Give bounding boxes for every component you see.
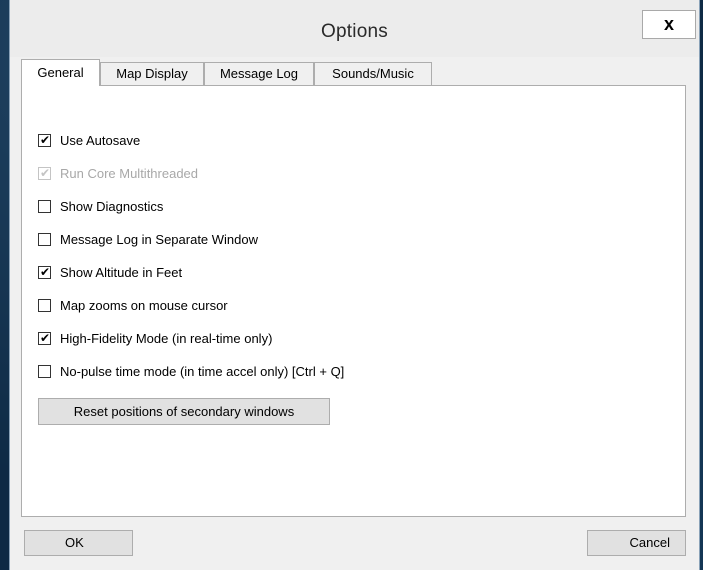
close-button[interactable]: x (642, 10, 696, 39)
tab-sounds-music[interactable]: Sounds/Music (314, 62, 432, 85)
checkmark-icon: ✔ (39, 330, 51, 345)
show-diagnostics-option[interactable]: Show Diagnostics (38, 197, 163, 215)
run-core-multithreaded-label: Run Core Multithreaded (60, 165, 199, 181)
checkmark-icon: ✔ (39, 165, 51, 180)
message-log-separate-window-label: Message Log in Separate Window (60, 231, 259, 247)
show-altitude-in-feet-option[interactable]: ✔ Show Altitude in Feet (38, 263, 182, 281)
title-bar[interactable]: Options x (10, 0, 699, 57)
show-diagnostics-checkbox[interactable] (38, 199, 51, 213)
no-pulse-time-mode-option[interactable]: No-pulse time mode (in time accel only) … (38, 362, 344, 380)
tab-map-display[interactable]: Map Display (100, 62, 204, 85)
use-autosave-checkbox[interactable]: ✔ (38, 132, 51, 147)
checkmark-icon: ✔ (39, 132, 51, 147)
window-title: Options (321, 21, 388, 42)
map-zooms-on-mouse-cursor-option[interactable]: Map zooms on mouse cursor (38, 296, 228, 314)
show-altitude-in-feet-label: Show Altitude in Feet (60, 264, 183, 280)
no-pulse-time-mode-checkbox[interactable] (38, 364, 51, 378)
ok-button[interactable]: OK (24, 530, 133, 556)
options-dialog: Options x General Map Display Message Lo… (9, 0, 700, 570)
show-diagnostics-label: Show Diagnostics (60, 198, 164, 214)
high-fidelity-mode-option[interactable]: ✔ High-Fidelity Mode (in real-time only) (38, 329, 272, 347)
high-fidelity-mode-checkbox[interactable]: ✔ (38, 330, 51, 345)
cancel-button[interactable]: Cancel (587, 530, 686, 556)
run-core-multithreaded-checkbox: ✔ (38, 165, 51, 180)
run-core-multithreaded-option: ✔ Run Core Multithreaded (38, 164, 198, 182)
message-log-separate-window-checkbox[interactable] (38, 232, 51, 246)
general-tab-panel: ✔ Use Autosave ✔ Run Core Multithreaded … (21, 85, 686, 517)
use-autosave-label: Use Autosave (60, 132, 141, 148)
reset-window-positions-button[interactable]: Reset positions of secondary windows (38, 398, 330, 425)
tab-message-log[interactable]: Message Log (204, 62, 314, 85)
tab-general[interactable]: General (21, 59, 100, 86)
use-autosave-option[interactable]: ✔ Use Autosave (38, 131, 140, 149)
show-altitude-in-feet-checkbox[interactable]: ✔ (38, 264, 51, 279)
message-log-separate-window-option[interactable]: Message Log in Separate Window (38, 230, 258, 248)
high-fidelity-mode-label: High-Fidelity Mode (in real-time only) (60, 330, 273, 346)
map-zooms-on-mouse-cursor-checkbox[interactable] (38, 298, 51, 312)
no-pulse-time-mode-label: No-pulse time mode (in time accel only) … (60, 363, 345, 379)
map-zooms-on-mouse-cursor-label: Map zooms on mouse cursor (60, 297, 228, 313)
checkmark-icon: ✔ (39, 264, 51, 279)
